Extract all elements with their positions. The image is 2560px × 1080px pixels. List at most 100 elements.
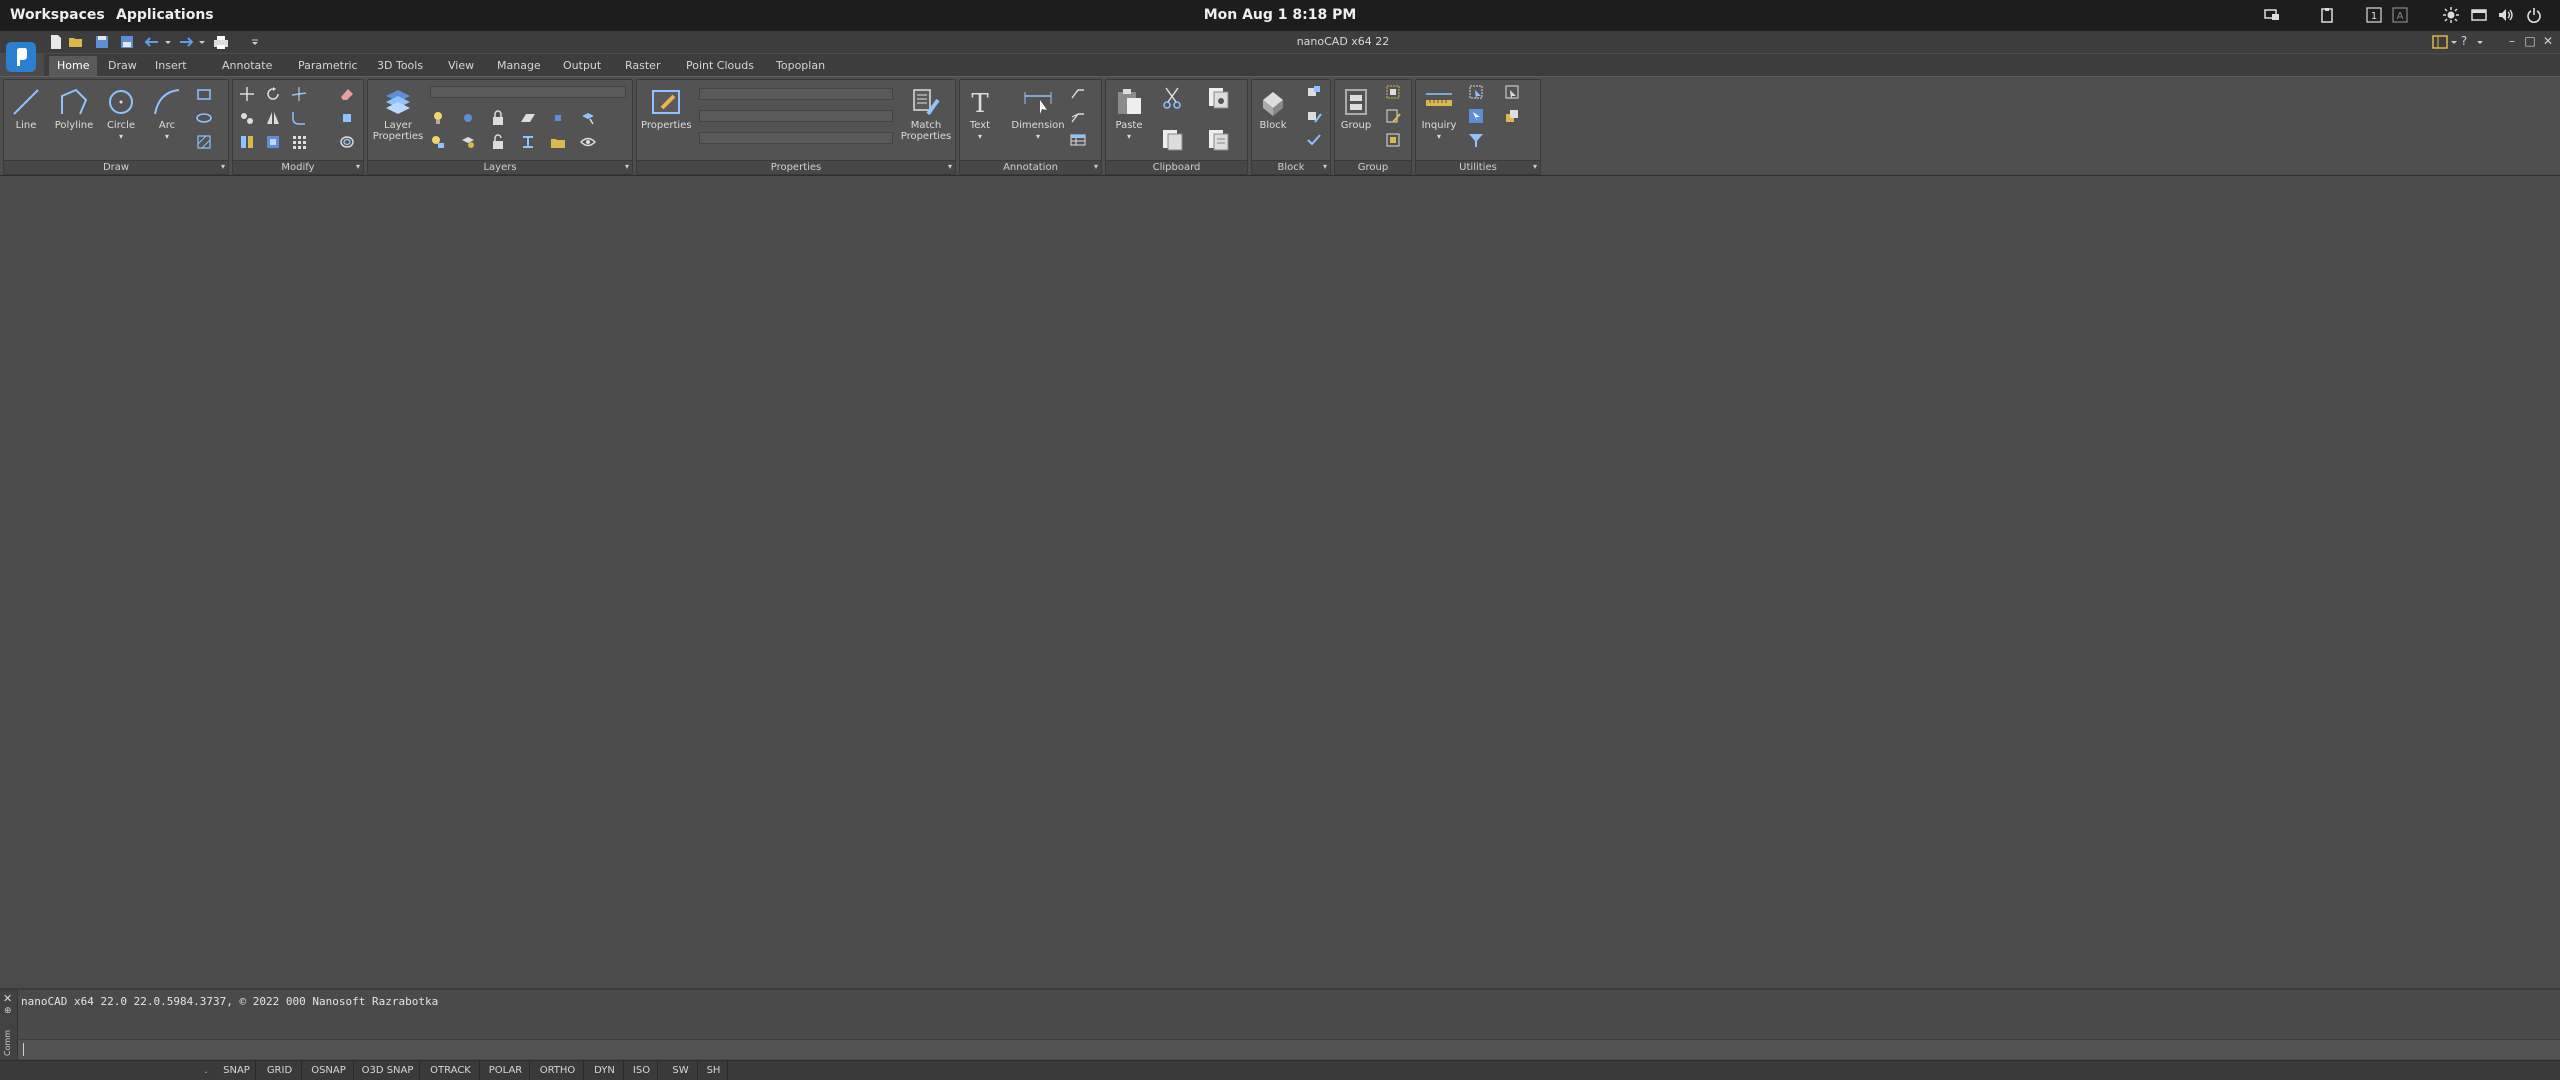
layer-color-icon[interactable]	[550, 110, 566, 126]
scale-icon[interactable]	[265, 134, 281, 150]
color-dropdown[interactable]	[699, 88, 893, 100]
pin-icon[interactable]: ⊕	[4, 1006, 12, 1016]
leader-icon[interactable]	[1070, 84, 1086, 100]
layer-walk-icon[interactable]	[520, 134, 536, 150]
erase-icon[interactable]	[339, 86, 355, 102]
ungroup-icon[interactable]	[1385, 84, 1401, 100]
lineweight-dropdown[interactable]	[699, 132, 893, 144]
minimize-button[interactable]: –	[2504, 33, 2520, 49]
copy-with-base-icon[interactable]	[1206, 86, 1230, 110]
close-button[interactable]: ✕	[2540, 33, 2556, 49]
rectangle-icon[interactable]	[196, 86, 212, 102]
lock-icon[interactable]	[490, 110, 506, 126]
block-attribute-icon[interactable]	[1306, 132, 1322, 148]
display-order-icon[interactable]	[1504, 108, 1520, 124]
sw-toggle[interactable]: SW	[664, 1061, 698, 1080]
eye-icon[interactable]	[580, 134, 596, 150]
layer-folder-icon[interactable]	[550, 134, 566, 150]
sh-toggle[interactable]: SH	[700, 1061, 728, 1080]
stretch-icon[interactable]	[239, 134, 255, 150]
chevron-down-icon[interactable]: ▾	[1110, 131, 1148, 142]
drawing-canvas[interactable]	[0, 176, 2560, 988]
group-select-icon[interactable]	[1385, 132, 1401, 148]
dyn-toggle[interactable]: DYN	[586, 1061, 624, 1080]
offset-icon[interactable]	[339, 134, 355, 150]
command-window-handle[interactable]: ✕ ⊕ Comm	[0, 990, 18, 1060]
match-properties-tool[interactable]: Match Properties	[899, 86, 953, 142]
tab-point-clouds[interactable]: Point Clouds	[678, 56, 762, 76]
tab-view[interactable]: View	[440, 56, 482, 76]
rotate-icon[interactable]	[265, 86, 281, 102]
layer-freeze-icon[interactable]	[430, 134, 446, 150]
polyline-tool[interactable]: Polyline	[52, 86, 96, 131]
group-edit-icon[interactable]	[1385, 108, 1401, 124]
layer-off-icon[interactable]	[460, 134, 476, 150]
ortho-toggle[interactable]: ORTHO	[532, 1061, 584, 1080]
mirror-icon[interactable]	[265, 110, 281, 126]
inquiry-tool[interactable]: Inquiry ▾	[1420, 86, 1458, 142]
redo-dropdown-icon[interactable]	[194, 34, 205, 50]
array-icon[interactable]	[291, 134, 307, 150]
new-icon[interactable]	[48, 34, 64, 50]
workspace-dropdown-icon[interactable]	[2446, 34, 2457, 50]
expand-panel-icon[interactable]: ▾	[356, 162, 360, 172]
table-icon[interactable]	[1070, 132, 1086, 148]
tab-manage[interactable]: Manage	[489, 56, 549, 76]
help-dropdown-icon[interactable]	[2472, 34, 2483, 50]
help-icon[interactable]: ?	[2456, 33, 2472, 49]
grid-toggle[interactable]: GRID	[258, 1061, 302, 1080]
chevron-down-icon[interactable]: ▾	[1010, 131, 1066, 142]
cursor-icon[interactable]	[1468, 108, 1484, 124]
layer-match-icon[interactable]	[580, 110, 596, 126]
block-tool[interactable]: Block	[1256, 86, 1290, 131]
layer-dropdown[interactable]	[430, 86, 626, 98]
customize-quick-access-icon[interactable]	[247, 34, 258, 50]
paste-tool[interactable]: Paste ▾	[1110, 86, 1148, 142]
expand-panel-icon[interactable]: ▾	[1323, 162, 1327, 172]
group-tool[interactable]: Group	[1339, 86, 1373, 131]
app-logo[interactable]	[6, 42, 36, 72]
layer-properties-tool[interactable]: Layer Properties	[372, 86, 424, 142]
clock[interactable]: Mon Aug 1 8:18 PM	[0, 0, 2560, 31]
multileader-icon[interactable]	[1070, 108, 1086, 124]
bulb-icon[interactable]	[430, 110, 446, 126]
undo-icon[interactable]	[144, 34, 160, 50]
tab-annotate[interactable]: Annotate	[214, 56, 280, 76]
tab-raster[interactable]: Raster	[617, 56, 668, 76]
sun-icon[interactable]	[460, 110, 476, 126]
copy-objects-icon[interactable]	[239, 110, 255, 126]
keyboard-layout-a-icon[interactable]: A	[2392, 7, 2408, 23]
polar-toggle[interactable]: POLAR	[482, 1061, 530, 1080]
iso-toggle[interactable]: ISO	[626, 1061, 658, 1080]
snap-toggle[interactable]: SNAP	[218, 1061, 256, 1080]
open-icon[interactable]	[68, 34, 84, 50]
layer-iso-icon[interactable]	[520, 110, 536, 126]
move-icon[interactable]	[239, 86, 255, 102]
chevron-down-icon[interactable]: ▾	[150, 131, 184, 142]
chevron-down-icon[interactable]: ▾	[1420, 131, 1458, 142]
osnap-toggle[interactable]: OSNAP	[304, 1061, 354, 1080]
tab-output[interactable]: Output	[555, 56, 609, 76]
linetype-dropdown[interactable]	[699, 110, 893, 122]
cut-icon[interactable]	[1160, 86, 1184, 110]
arc-tool[interactable]: Arc ▾	[150, 86, 184, 142]
chevron-down-icon[interactable]: ▾	[964, 131, 996, 142]
window-icon[interactable]	[2471, 7, 2487, 23]
tab-home[interactable]: Home	[49, 56, 98, 76]
expand-panel-icon[interactable]: ▾	[625, 162, 629, 172]
close-icon[interactable]: ✕	[3, 992, 12, 1005]
workspaces-menu[interactable]: Workspaces	[10, 0, 105, 31]
trim-icon[interactable]	[291, 86, 307, 102]
tab-topoplan[interactable]: Topoplan	[768, 56, 833, 76]
hatch-icon[interactable]	[196, 134, 212, 150]
copy-clip-icon[interactable]	[1206, 128, 1230, 152]
tab-3d-tools[interactable]: 3D Tools	[369, 56, 431, 76]
clipboard-icon[interactable]	[2319, 7, 2335, 23]
save-icon[interactable]	[94, 34, 110, 50]
save-as-icon[interactable]	[119, 34, 135, 50]
circle-tool[interactable]: Circle ▾	[104, 86, 138, 142]
explode-icon[interactable]	[339, 110, 355, 126]
redo-icon[interactable]	[178, 34, 194, 50]
brightness-icon[interactable]	[2443, 7, 2459, 23]
applications-menu[interactable]: Applications	[116, 0, 214, 31]
